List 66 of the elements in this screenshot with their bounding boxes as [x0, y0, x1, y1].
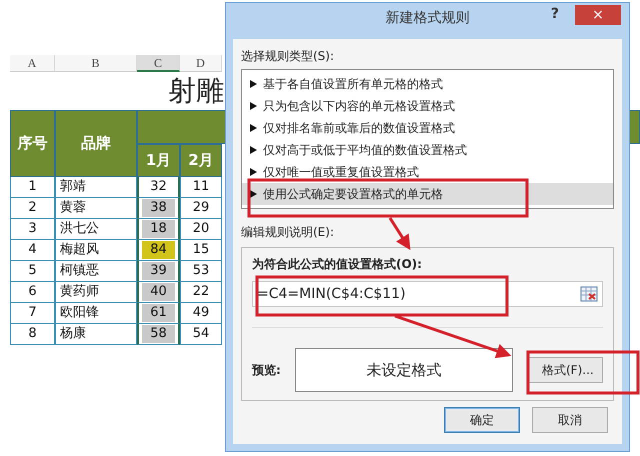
rule-type-item[interactable]: 只为包含以下内容的单元格设置格式 [242, 95, 613, 117]
table-cell: 1 [10, 177, 55, 198]
sheet-title: 射雕 [168, 73, 224, 109]
table-cell: 61 [142, 304, 175, 322]
column-header[interactable]: D [180, 55, 222, 72]
table-cell: 欧阳锋 [55, 303, 137, 324]
formula-label: 为符合此公式的值设置格式(O): [252, 256, 423, 272]
table-cell: 15 [180, 240, 222, 261]
table-cell: 7 [10, 303, 55, 324]
table-cell: 3 [10, 219, 55, 240]
table-cell: 38 [142, 199, 175, 217]
table-cell: 梅超风 [55, 240, 137, 261]
section-label: 编辑规则说明(E): [241, 224, 334, 241]
table-cell: 5 [10, 261, 55, 282]
table-cell: 18 [142, 220, 175, 238]
triangle-icon [250, 80, 257, 88]
table-cell: 40 [142, 283, 175, 301]
table-cell: 2 [10, 198, 55, 219]
table-cell: 6 [10, 282, 55, 303]
table-cell: 黄药师 [55, 282, 137, 303]
table-cell: 53 [180, 261, 222, 282]
table-cell: 22 [180, 282, 222, 303]
table-header: 品牌 [55, 110, 137, 177]
range-picker-icon[interactable] [580, 286, 598, 302]
table-header: 序号 [10, 110, 55, 177]
arrow [388, 217, 410, 250]
triangle-icon [250, 168, 257, 176]
triangle-icon [250, 190, 257, 198]
table-cell: 20 [180, 219, 222, 240]
rule-type-item[interactable]: 仅对唯一值或重复值设置格式 [242, 161, 613, 183]
column-header[interactable]: C [137, 55, 180, 72]
close-button[interactable]: × [575, 5, 621, 25]
help-button[interactable]: ? [544, 5, 565, 23]
table-header: 1月 [137, 144, 180, 177]
table-cell: 58 [142, 325, 175, 343]
ok-button[interactable]: 确定 [444, 407, 520, 433]
table-cell: 29 [180, 198, 222, 219]
table-cell: 柯镇恶 [55, 261, 137, 282]
window-title: 新建格式规则 [386, 9, 470, 27]
table-cell: 洪七公 [55, 219, 137, 240]
triangle-icon [250, 102, 257, 110]
column-header[interactable]: A [10, 55, 55, 72]
rule-type-item[interactable]: 仅对高于或低于平均值的数值设置格式 [242, 139, 613, 161]
preview-box: 未设定格式 [294, 348, 513, 392]
table-cell: 54 [180, 324, 222, 345]
table-cell: 11 [180, 177, 222, 198]
table-header: 2月 [180, 144, 222, 177]
column-header[interactable]: B [55, 55, 137, 72]
table-cell: 84 [142, 241, 175, 259]
table-cell: 黄蓉 [55, 198, 137, 219]
table-cell: 郭靖 [55, 177, 137, 198]
rule-type-item[interactable]: 仅对排名靠前或靠后的数值设置格式 [242, 117, 613, 139]
table-cell: 8 [10, 324, 55, 345]
formula-field[interactable]: =C4=MIN(C$4:C$11) [252, 281, 603, 307]
preview-label: 预览: [252, 362, 281, 378]
table-cell: 4 [10, 240, 55, 261]
format-button[interactable]: 格式(F)... [527, 357, 603, 383]
rule-type-item[interactable]: 基于各自值设置所有单元格的格式 [242, 73, 613, 95]
section-label: 选择规则类型(S): [241, 48, 334, 65]
rule-type-item[interactable]: 使用公式确定要设置格式的单元格 [242, 183, 613, 205]
table-cell: 39 [142, 262, 175, 280]
triangle-icon [250, 146, 257, 154]
table-cell: 杨康 [55, 324, 137, 345]
triangle-icon [250, 124, 257, 132]
cancel-button[interactable]: 取消 [532, 407, 608, 433]
table-cell: 49 [180, 303, 222, 324]
